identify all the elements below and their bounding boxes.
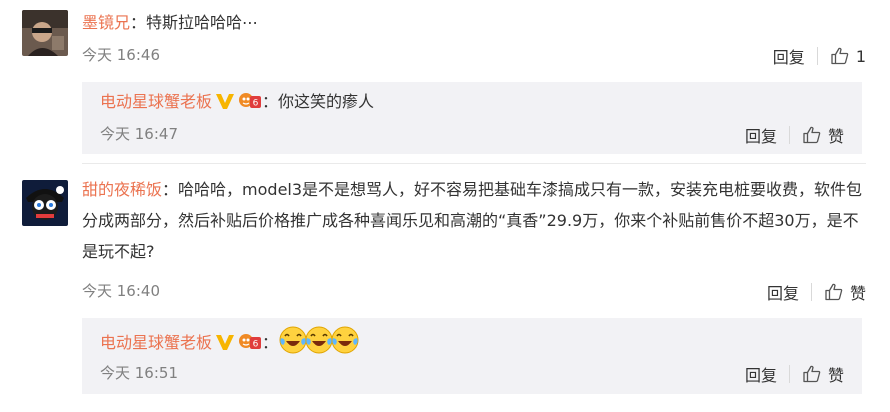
comment-timestamp: 今天 16:40 bbox=[82, 282, 160, 300]
comment-colon: ： bbox=[162, 180, 179, 199]
action-separator bbox=[788, 126, 790, 144]
reply-colon: ： bbox=[262, 92, 279, 111]
member-badge-icon: 6 bbox=[238, 90, 262, 118]
thumbs-up-icon bbox=[825, 283, 843, 301]
reply-text-line: 电动星球蟹老板 6 ： bbox=[100, 325, 359, 363]
like-label: 赞 bbox=[849, 284, 866, 303]
reply-button[interactable]: 回复 bbox=[767, 280, 799, 304]
like-button[interactable]: 赞 bbox=[824, 280, 866, 304]
thumbs-up-icon bbox=[803, 365, 821, 383]
like-button[interactable]: 赞 bbox=[802, 123, 844, 147]
comment-colon: ： bbox=[130, 13, 147, 32]
reply-username[interactable]: 电动星球蟹老板 bbox=[100, 333, 212, 352]
comment-text-line: 甜的夜稀饭：哈哈哈，model3是不是想骂人，好不容易把基础车漆搞成只有一款，安… bbox=[82, 174, 866, 267]
member-badge-icon: 6 bbox=[238, 331, 262, 359]
like-label: 赞 bbox=[827, 366, 844, 385]
comment-timestamp: 今天 16:46 bbox=[82, 46, 160, 64]
avatar[interactable] bbox=[22, 10, 68, 56]
reply-timestamp: 今天 16:47 bbox=[100, 125, 178, 143]
thumbs-up-icon bbox=[803, 126, 821, 144]
like-button[interactable]: 1 bbox=[830, 46, 866, 66]
reply-timestamp: 今天 16:51 bbox=[100, 364, 178, 382]
comment-username[interactable]: 墨镜兄 bbox=[82, 13, 130, 32]
comment-text: 哈哈哈，model3是不是想骂人，好不容易把基础车漆搞成只有一款，安装充电桩要收… bbox=[82, 180, 863, 261]
avatar[interactable] bbox=[22, 180, 68, 226]
reply-username[interactable]: 电动星球蟹老板 bbox=[100, 92, 212, 111]
action-separator bbox=[810, 283, 812, 301]
reply-item: 电动星球蟹老板 6 ：你这笑的瘆人 今天 16:47 回复 赞 bbox=[82, 82, 862, 154]
action-separator bbox=[816, 47, 818, 65]
reply-text: 你这笑的瘆人 bbox=[278, 92, 375, 111]
comment-username[interactable]: 甜的夜稀饭 bbox=[82, 180, 162, 199]
svg-text:6: 6 bbox=[253, 340, 259, 350]
verified-v-icon bbox=[215, 92, 235, 118]
reply-colon: ： bbox=[262, 333, 279, 352]
thumbs-up-icon bbox=[831, 47, 849, 65]
comment-text: 特斯拉哈哈哈⋯ bbox=[146, 13, 259, 32]
reply-button[interactable]: 回复 bbox=[745, 362, 777, 386]
comment-text-line: 墨镜兄：特斯拉哈哈哈⋯ bbox=[82, 10, 866, 36]
comment-divider bbox=[82, 163, 866, 164]
reply-text-line: 电动星球蟹老板 6 ：你这笑的瘆人 bbox=[100, 89, 374, 118]
reply-button[interactable]: 回复 bbox=[745, 123, 777, 147]
reply-item: 电动星球蟹老板 6 ： 今天 16:51 回复 赞 bbox=[82, 318, 862, 394]
laughing-tears-emoji-icon bbox=[330, 325, 360, 363]
reply-button[interactable]: 回复 bbox=[773, 44, 805, 68]
verified-v-icon bbox=[215, 333, 235, 359]
like-button[interactable]: 赞 bbox=[802, 362, 844, 386]
like-count: 1 bbox=[855, 46, 866, 66]
action-separator bbox=[788, 365, 790, 383]
svg-text:6: 6 bbox=[253, 99, 259, 109]
like-label: 赞 bbox=[827, 127, 844, 146]
